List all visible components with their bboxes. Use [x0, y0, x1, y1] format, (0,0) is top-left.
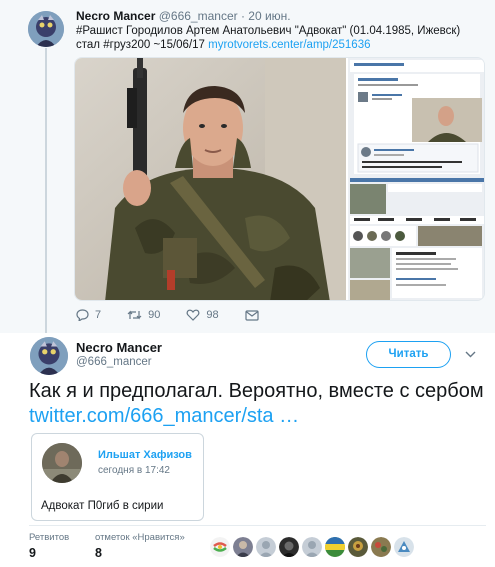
parent-tweet-text: #Рашист Городилов Артем Анатольевич "Адв… [76, 24, 486, 52]
quoted-name[interactable]: Ильшат Хафизов [98, 449, 192, 461]
like-icon [186, 309, 200, 321]
dm-icon [245, 309, 259, 321]
liker-avatar[interactable] [394, 537, 414, 557]
parent-media[interactable] [74, 57, 485, 301]
retweet-count: 90 [148, 309, 161, 321]
quoted-card[interactable]: Ильшат Хафизов сегодня в 17:42 Адвокат П… [31, 433, 204, 521]
likers-avatars [210, 537, 414, 557]
parent-date[interactable]: 20 июн. [248, 9, 290, 23]
main-text-link[interactable]: twitter.com/666_mancer/sta … [29, 405, 299, 427]
liker-avatar[interactable] [233, 537, 253, 557]
dm-button[interactable] [245, 309, 259, 321]
reply-button[interactable]: 7 [76, 309, 101, 321]
retweet-icon [127, 310, 142, 320]
liker-avatar[interactable] [210, 537, 230, 557]
quoted-text: Адвокат П0гиб в сирии [41, 500, 164, 512]
like-count: 98 [206, 309, 219, 321]
main-author-avatar[interactable] [30, 337, 68, 375]
liker-avatar[interactable] [348, 537, 368, 557]
main-author-name[interactable]: Necro Mancer [76, 340, 162, 355]
retweets-stat[interactable]: Ретвитов 9 [29, 532, 69, 560]
parent-author-name[interactable]: Necro Mancer [76, 9, 155, 23]
parent-author-avatar[interactable] [28, 11, 64, 47]
liker-avatar[interactable] [302, 537, 322, 557]
quoted-avatar [42, 443, 82, 483]
divider [29, 525, 486, 526]
quoted-time: сегодня в 17:42 [98, 465, 170, 476]
parent-action-bar: 7 90 98 [76, 307, 285, 323]
main-author-handle[interactable]: @666_mancer [76, 356, 152, 368]
liker-avatar[interactable] [325, 537, 345, 557]
retweet-button[interactable]: 90 [127, 309, 160, 321]
parent-separator: · [240, 9, 245, 23]
reply-icon [76, 309, 89, 321]
parent-author-handle[interactable]: @666_mancer [159, 9, 238, 23]
retweets-value: 9 [29, 546, 36, 560]
liker-avatar[interactable] [256, 537, 276, 557]
main-text-main: Как я и предполагал. Вероятно, вместе с … [29, 380, 484, 402]
chevron-down-icon[interactable] [465, 351, 476, 358]
liker-avatar[interactable] [371, 537, 391, 557]
profile-screenshot[interactable] [348, 58, 484, 300]
likes-label: отметок «Нравится» [95, 532, 185, 543]
parent-tweet: Necro Mancer @666_mancer · 20 июн. #Раши… [0, 0, 495, 333]
likes-stat[interactable]: отметок «Нравится» 8 [95, 532, 185, 560]
liker-avatar[interactable] [279, 537, 299, 557]
parent-tweet-header: Necro Mancer @666_mancer · 20 июн. [76, 9, 291, 23]
parent-text-link[interactable]: myrotvorets.center/amp/251636 [208, 39, 370, 51]
reply-count: 7 [95, 309, 102, 321]
like-button[interactable]: 98 [186, 309, 219, 321]
follow-button[interactable]: Читать [366, 341, 451, 368]
soldier-photo[interactable] [75, 58, 346, 300]
main-tweet-text: Как я и предполагал. Вероятно, вместе с … [29, 379, 489, 429]
thread-line [45, 48, 47, 333]
likes-value: 8 [95, 546, 102, 560]
retweets-label: Ретвитов [29, 532, 70, 543]
